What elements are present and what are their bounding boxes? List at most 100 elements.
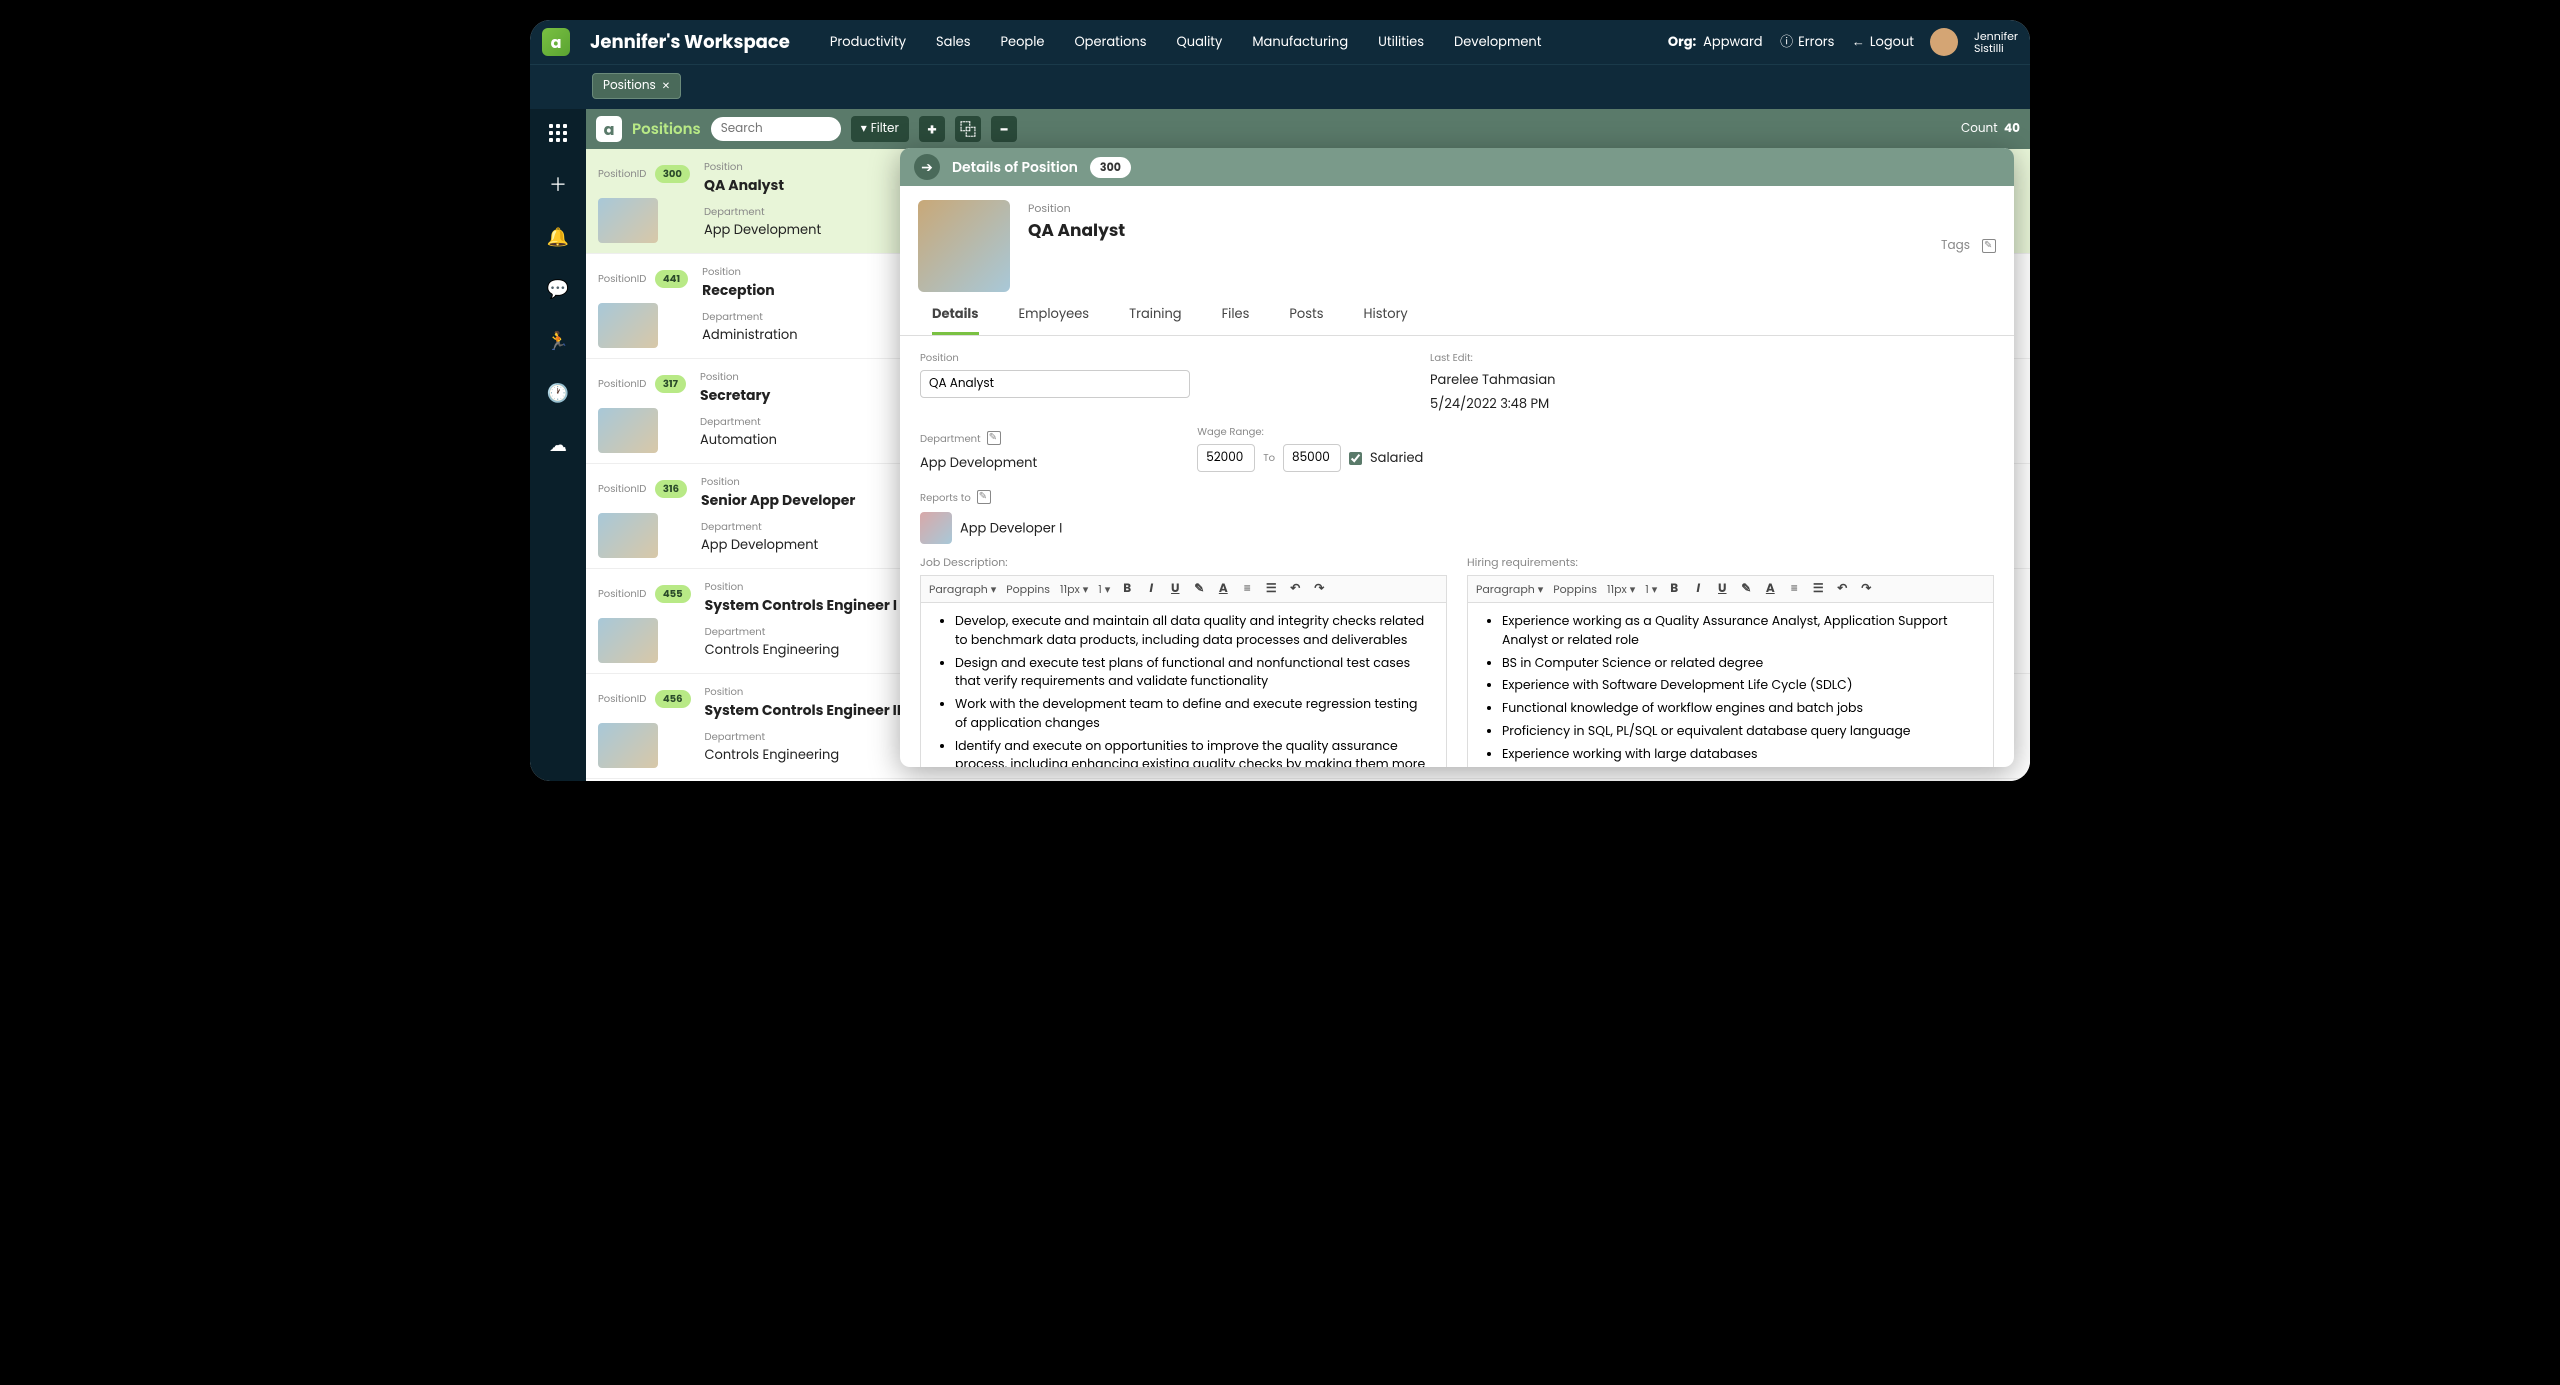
hiring-requirements-editor[interactable]: Experience working as a Quality Assuranc… — [1467, 602, 1994, 767]
highlight-icon[interactable]: ✎ — [1192, 580, 1206, 598]
undo-icon[interactable]: ↶ — [1288, 580, 1302, 598]
list-header: a Positions ▾Filter + ⿻ − Count 40 — [586, 109, 2030, 149]
copy-button[interactable]: ⿻ — [955, 116, 981, 142]
edit-icon[interactable] — [987, 431, 1001, 445]
textcolor-icon[interactable]: A — [1763, 580, 1777, 598]
nav-manufacturing[interactable]: Manufacturing — [1252, 32, 1348, 52]
user-avatar[interactable] — [1930, 28, 1958, 56]
redo-icon[interactable]: ↷ — [1859, 580, 1873, 598]
detail-id-pill: 300 — [1090, 157, 1131, 178]
id-pill: 300 — [655, 165, 690, 183]
position-input[interactable] — [920, 370, 1190, 398]
nav-development[interactable]: Development — [1454, 32, 1541, 52]
main-nav: Productivity Sales People Operations Qua… — [830, 32, 1668, 52]
list-icon[interactable]: ☰ — [1811, 580, 1825, 598]
align-icon[interactable]: ≡ — [1240, 580, 1254, 598]
tab-posts[interactable]: Posts — [1289, 304, 1323, 335]
detail-panel: ➔ Details of Position 300 Position QA An… — [900, 148, 2014, 767]
list-title: Positions — [632, 118, 701, 141]
nav-people[interactable]: People — [1001, 32, 1045, 52]
reports-to-value: App Developer I — [960, 518, 1062, 537]
add-icon[interactable]: ＋ — [546, 173, 570, 197]
lastedit-time: 5/24/2022 3:48 PM — [1430, 394, 1555, 414]
tab-files[interactable]: Files — [1222, 304, 1250, 335]
top-bar: Jennifer's Workspace Productivity Sales … — [530, 20, 2030, 64]
underline-icon[interactable]: U — [1715, 580, 1729, 598]
module-icon[interactable]: a — [596, 116, 622, 142]
logout-link[interactable]: ← Logout — [1850, 32, 1914, 52]
italic-icon[interactable]: I — [1691, 580, 1705, 598]
app-logo-icon[interactable] — [542, 28, 570, 56]
bold-icon[interactable]: B — [1667, 580, 1681, 598]
detail-title: Details of Position — [952, 157, 1078, 178]
para-select[interactable]: Paragraph ▾ — [1476, 581, 1543, 598]
lineheight-select[interactable]: 1 ▾ — [1098, 581, 1110, 598]
list-icon[interactable]: ☰ — [1264, 580, 1278, 598]
workspace-title: Jennifer's Workspace — [590, 29, 790, 56]
job-description-editor[interactable]: Develop, execute and maintain all data q… — [920, 602, 1447, 767]
department-value: App Development — [920, 453, 1037, 473]
alert-icon: ⓘ — [1779, 34, 1795, 50]
detail-header: ➔ Details of Position 300 — [900, 148, 2014, 186]
nav-utilities[interactable]: Utilities — [1378, 32, 1424, 52]
run-icon[interactable]: 🏃 — [546, 329, 570, 353]
editor-toolbar: Paragraph ▾ Poppins 11px ▾ 1 ▾ B I U ✎ A… — [920, 575, 1447, 602]
errors-link[interactable]: ⓘ Errors — [1779, 32, 1835, 52]
bold-icon[interactable]: B — [1120, 580, 1134, 598]
count-value: 40 — [2004, 120, 2020, 137]
tab-training[interactable]: Training — [1129, 304, 1182, 335]
filter-icon: ▾ — [861, 120, 867, 138]
tab-employees[interactable]: Employees — [1019, 304, 1090, 335]
nav-quality[interactable]: Quality — [1177, 32, 1223, 52]
size-select[interactable]: 11px ▾ — [1607, 581, 1635, 598]
bell-icon[interactable]: 🔔 — [546, 225, 570, 249]
font-select[interactable]: Poppins — [1553, 581, 1597, 598]
salaried-checkbox[interactable] — [1349, 452, 1362, 465]
clock-icon[interactable]: 🕐 — [546, 381, 570, 405]
logout-icon: ← — [1850, 34, 1866, 50]
tab-positions[interactable]: Positions✕ — [592, 73, 681, 99]
highlight-icon[interactable]: ✎ — [1739, 580, 1753, 598]
underline-icon[interactable]: U — [1168, 580, 1182, 598]
italic-icon[interactable]: I — [1144, 580, 1158, 598]
textcolor-icon[interactable]: A — [1216, 580, 1230, 598]
apps-icon[interactable] — [546, 121, 570, 145]
undo-icon[interactable]: ↶ — [1835, 580, 1849, 598]
chat-icon[interactable]: 💬 — [546, 277, 570, 301]
edit-icon[interactable] — [977, 490, 991, 504]
para-select[interactable]: Paragraph ▾ — [929, 581, 996, 598]
position-image — [918, 200, 1010, 292]
collapse-icon[interactable]: ➔ — [914, 154, 940, 180]
filter-button[interactable]: ▾Filter — [851, 116, 909, 142]
org-value: Appward — [1703, 32, 1762, 51]
org-label: Org: — [1668, 32, 1696, 51]
editor-toolbar: Paragraph ▾ Poppins 11px ▾ 1 ▾ B I U ✎ A… — [1467, 575, 1994, 602]
lastedit-name: Parelee Tahmasian — [1430, 370, 1555, 390]
close-icon[interactable]: ✕ — [662, 78, 670, 94]
left-rail: ＋ 🔔 💬 🏃 🕐 ☁ — [530, 109, 586, 781]
nav-sales[interactable]: Sales — [936, 32, 970, 52]
tab-details[interactable]: Details — [932, 304, 979, 335]
nav-operations[interactable]: Operations — [1074, 32, 1146, 52]
lineheight-select[interactable]: 1 ▾ — [1645, 581, 1657, 598]
thumbnail — [598, 198, 658, 243]
size-select[interactable]: 11px ▾ — [1060, 581, 1088, 598]
redo-icon[interactable]: ↷ — [1312, 580, 1326, 598]
tags-label: Tags — [1941, 237, 1970, 255]
align-icon[interactable]: ≡ — [1787, 580, 1801, 598]
edit-icon[interactable] — [1982, 239, 1996, 253]
tab-history[interactable]: History — [1364, 304, 1408, 335]
add-button[interactable]: + — [919, 116, 945, 142]
nav-productivity[interactable]: Productivity — [830, 32, 906, 52]
position-name: QA Analyst — [1028, 217, 1125, 243]
cloud-icon[interactable]: ☁ — [546, 433, 570, 457]
detail-tabs: Details Employees Training Files Posts H… — [900, 292, 2014, 336]
font-select[interactable]: Poppins — [1006, 581, 1050, 598]
count-label: Count — [1961, 120, 1998, 137]
wage-low-input[interactable] — [1197, 444, 1255, 472]
remove-button[interactable]: − — [991, 116, 1017, 142]
app-window: Jennifer's Workspace Productivity Sales … — [530, 20, 2030, 781]
search-input[interactable] — [711, 117, 841, 141]
tab-bar: Positions✕ — [530, 64, 2030, 109]
wage-high-input[interactable] — [1283, 444, 1341, 472]
